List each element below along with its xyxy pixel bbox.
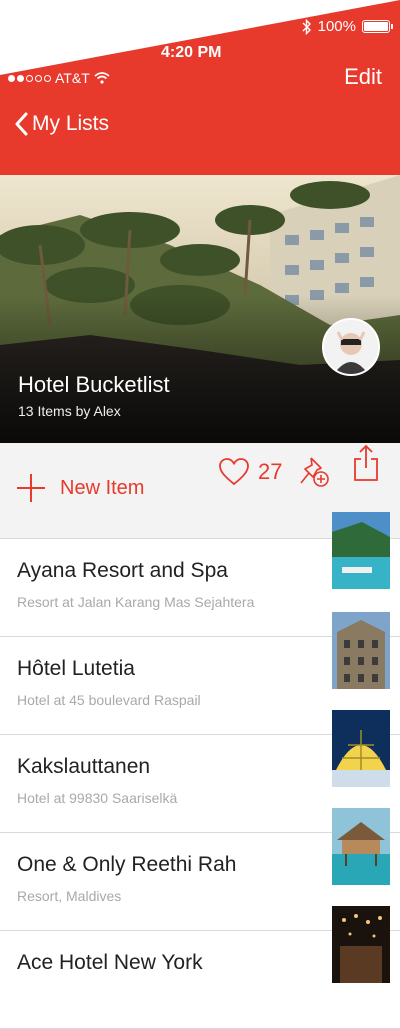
hero-image: Hotel Bucketlist 13 Items by Alex <box>0 175 400 443</box>
new-item-button[interactable]: New Item <box>16 473 144 503</box>
chevron-left-icon <box>15 112 28 136</box>
plus-icon <box>17 474 45 502</box>
battery-icon <box>362 20 393 33</box>
item-subtitle: Resort at Jalan Karang Mas Sejahtera <box>17 594 255 610</box>
item-subtitle: Hotel at 99830 Saariselkä <box>17 790 178 806</box>
item-thumbnail <box>332 612 390 689</box>
item-title: Kakslauttanen <box>17 755 151 778</box>
avatar-image <box>324 320 378 374</box>
back-label: My Lists <box>32 112 110 135</box>
item-subtitle: Resort, Maldives <box>17 888 122 904</box>
list-subtitle: 13 Items by Alex <box>18 403 121 419</box>
battery-percent: 100% <box>317 18 356 35</box>
list-item[interactable]: Ace Hotel New York <box>0 906 400 1029</box>
heart-icon <box>219 458 249 486</box>
like-count: 27 <box>258 459 283 484</box>
item-title: One & Only Reethi Rah <box>17 853 237 876</box>
new-item-label: New Item <box>60 476 145 499</box>
back-button[interactable]: My Lists <box>14 112 109 136</box>
pin-button[interactable] <box>297 455 331 494</box>
status-time: 4:20 PM <box>161 44 222 61</box>
bluetooth-icon <box>302 18 311 35</box>
like-button[interactable]: 27 <box>218 457 282 487</box>
carrier-status: AT&T <box>8 70 110 86</box>
share-icon <box>354 444 378 481</box>
item-thumbnail <box>332 906 390 983</box>
carrier-label: AT&T <box>55 70 90 86</box>
status-right: 100% <box>302 18 393 35</box>
item-subtitle: Hotel at 45 boulevard Raspail <box>17 692 201 708</box>
item-thumbnail <box>332 512 390 589</box>
item-title: Ace Hotel New York <box>17 951 203 974</box>
share-button[interactable] <box>352 443 380 488</box>
item-list: Ayana Resort and Spa Resort at Jalan Kar… <box>0 512 400 1029</box>
item-title: Hôtel Lutetia <box>17 657 135 680</box>
item-thumbnail <box>332 710 390 787</box>
item-title: Ayana Resort and Spa <box>17 559 228 582</box>
signal-strength-icon <box>8 74 51 82</box>
avatar[interactable] <box>322 318 380 376</box>
edit-button[interactable]: Edit <box>344 64 382 90</box>
pin-add-icon <box>300 457 329 487</box>
wifi-icon <box>94 72 110 84</box>
item-thumbnail <box>332 808 390 885</box>
list-title: Hotel Bucketlist <box>18 372 170 397</box>
